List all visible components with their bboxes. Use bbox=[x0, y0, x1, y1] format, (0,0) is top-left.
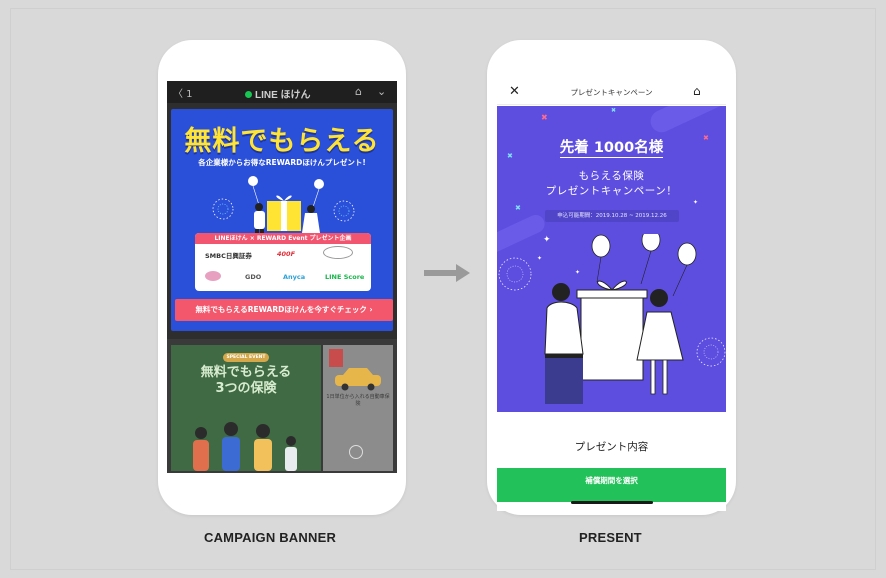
card1-title-line1: 無料でもらえる bbox=[200, 365, 292, 380]
present-hero: ✖ ✖ ✖ ✖ ✖ ✦ 先着 1000名様 もらえる保険 プレゼントキャンペーン… bbox=[497, 106, 726, 412]
svg-text:✖: ✖ bbox=[515, 204, 521, 212]
svg-text:✦: ✦ bbox=[575, 269, 580, 276]
firework-left-icon bbox=[212, 198, 234, 220]
svg-text:✦: ✦ bbox=[537, 255, 542, 262]
special-event-badge: SPECIAL EVENT bbox=[223, 353, 269, 362]
canvas: 〈 1 LINE ほけん ⌂ ⌄ 無料でもらえる 各企業様からお得なREWARD… bbox=[0, 0, 886, 578]
card2-icon bbox=[349, 445, 363, 459]
car-icon bbox=[335, 368, 381, 391]
banner-headline: 無料でもらえる bbox=[184, 126, 380, 157]
lower-cards: SPECIAL EVENT 無料でもらえる 3つの保険 1日単位から入れる自動車… bbox=[167, 339, 397, 473]
presentation-frame bbox=[10, 8, 876, 570]
arrow-right-icon bbox=[424, 264, 470, 282]
line-header-title: LINE ほけん bbox=[245, 86, 311, 101]
line-header: 〈 1 LINE ほけん ⌂ ⌄ bbox=[167, 81, 397, 103]
present-screen: ✕ プレゼントキャンペーン ⌂ ✖ ✖ ✖ ✖ ✖ ✦ 先着 1000名様 もら… bbox=[497, 81, 726, 511]
present-content-heading: プレゼント内容 bbox=[574, 441, 649, 453]
partner-logo-anyca: Anyca bbox=[283, 273, 306, 281]
back-button[interactable]: 〈 1 bbox=[173, 85, 193, 100]
home-icon[interactable]: ⌂ bbox=[355, 85, 362, 98]
partner-logo-gdo: GDO bbox=[245, 273, 262, 281]
car-insurance-card[interactable]: 1日単位から入れる自動車保険 bbox=[323, 345, 393, 471]
phone-campaign-banner: 〈 1 LINE ほけん ⌂ ⌄ 無料でもらえる 各企業様からお得なREWARD… bbox=[158, 40, 406, 515]
first-come-heading: 先着 1000名様 bbox=[497, 136, 726, 158]
caption-present: PRESENT bbox=[579, 530, 642, 545]
chevron-down-icon[interactable]: ⌄ bbox=[377, 85, 386, 98]
svg-text:✦: ✦ bbox=[543, 235, 551, 245]
hero-subtitle-line1: もらえる保険 bbox=[578, 170, 645, 182]
campaign-cta-button[interactable]: 無料でもらえるREWARDほけんを今すぐチェック › bbox=[175, 299, 393, 321]
campaign-banner[interactable]: 無料でもらえる 各企業様からお得なREWARDほけんプレゼント! LINEほけん… bbox=[171, 109, 393, 331]
card2-text: 1日単位から入れる自動車保険 bbox=[326, 394, 390, 407]
line-logo-icon bbox=[245, 91, 252, 98]
partner-box: LINEほけん × REWARD Event プレゼント企画 SMBC日興証券 … bbox=[195, 233, 371, 291]
hero-subtitle-line2: プレゼントキャンペーン！ bbox=[545, 185, 678, 197]
campaign-screen: 〈 1 LINE ほけん ⌂ ⌄ 無料でもらえる 各企業様からお得なREWARD… bbox=[167, 81, 397, 473]
partner-logo-japan bbox=[205, 271, 221, 281]
present-header-title: プレゼントキャンペーン bbox=[570, 88, 653, 97]
present-header: ✕ プレゼントキャンペーン ⌂ bbox=[497, 81, 726, 105]
svg-text:✖: ✖ bbox=[611, 107, 616, 114]
family-illustration bbox=[193, 422, 297, 471]
card1-title: 無料でもらえる 3つの保険 bbox=[171, 365, 321, 397]
first-come-text: 先着 1000名様 bbox=[559, 140, 664, 158]
caption-campaign-banner: CAMPAIGN BANNER bbox=[204, 530, 337, 545]
present-illustration: ✦ ✦ ✦ bbox=[498, 234, 726, 404]
partner-logo-linescore: LINE Score bbox=[325, 273, 365, 281]
card1-title-line2: 3つの保険 bbox=[215, 381, 277, 396]
select-coverage-period-button[interactable]: 補償期間を選択 bbox=[497, 468, 726, 502]
application-period: 申込可能期間：2019.10.28 ~ 2019.12.26 bbox=[545, 210, 679, 222]
banner-subhead: 各企業様からお得なREWARDほけんプレゼント! bbox=[198, 158, 366, 167]
free-insurance-card[interactable]: SPECIAL EVENT 無料でもらえる 3つの保険 bbox=[171, 345, 321, 471]
partner-logo-400f: 400F bbox=[277, 250, 296, 258]
phone-present: ✕ プレゼントキャンペーン ⌂ ✖ ✖ ✖ ✖ ✖ ✦ 先着 1000名様 もら… bbox=[487, 40, 736, 515]
line-title-text: LINE ほけん bbox=[255, 90, 311, 101]
svg-text:✦: ✦ bbox=[693, 199, 698, 206]
firework-right-icon bbox=[333, 200, 355, 222]
partner-logo-emblem bbox=[323, 246, 353, 259]
partner-logo-smbc: SMBC日興証券 bbox=[205, 252, 252, 260]
svg-text:✖: ✖ bbox=[541, 113, 548, 122]
home-indicator[interactable] bbox=[571, 501, 653, 504]
partner-title: LINEほけん × REWARD Event プレゼント企画 bbox=[195, 233, 371, 244]
home-icon[interactable]: ⌂ bbox=[693, 84, 701, 98]
